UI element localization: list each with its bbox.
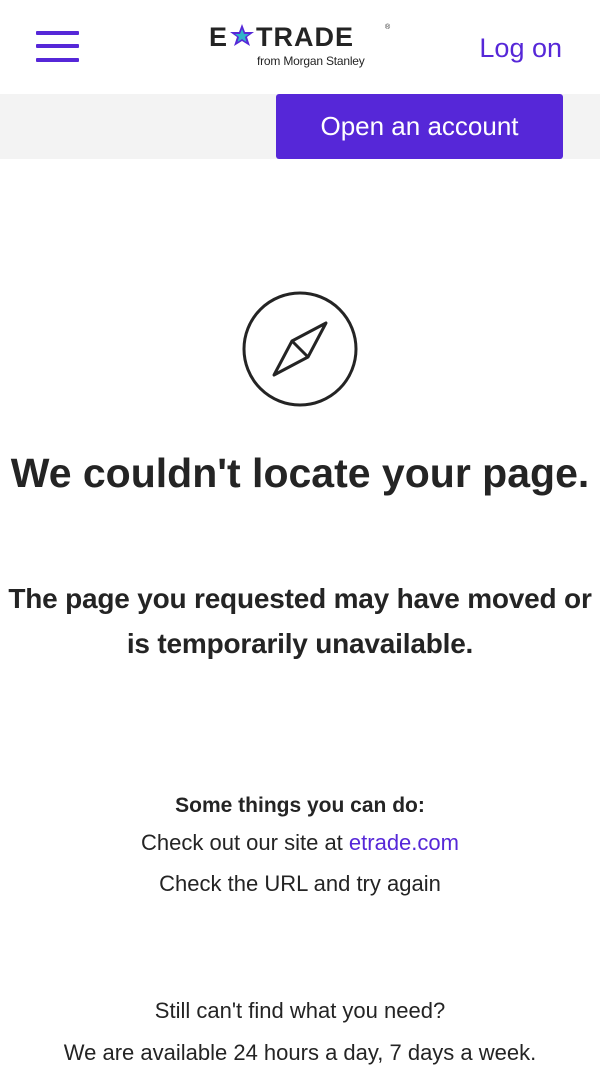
suggestion-check-url: Check the URL and try again xyxy=(159,871,441,896)
suggestion-visit-site: Check out our site at etrade.com xyxy=(0,822,600,863)
logo-wordmark: E TRADE xyxy=(209,22,354,52)
menu-bar xyxy=(36,58,79,62)
logo-letters-trade: TRADE xyxy=(256,22,355,52)
menu-bar xyxy=(36,31,79,35)
support-question: Still can't find what you need? xyxy=(154,998,446,1023)
log-on-link[interactable]: Log on xyxy=(479,32,562,64)
support-availability: We are available 24 hours a day, 7 days … xyxy=(63,1040,537,1065)
logo-trademark: ® xyxy=(385,24,391,31)
etrade-home-link[interactable]: etrade.com xyxy=(349,830,459,855)
menu-bar xyxy=(36,44,79,48)
open-account-bar: Open an account xyxy=(0,94,600,159)
error-subhead: The page you requested may have moved or… xyxy=(8,583,592,659)
open-account-button[interactable]: Open an account xyxy=(276,94,563,159)
etrade-logo[interactable]: E TRADE ® from Morgan Stanley xyxy=(209,22,391,74)
suggestions-section: Some things you can do: Check out our si… xyxy=(0,790,600,904)
compass-icon xyxy=(242,291,358,407)
logo-subtitle: from Morgan Stanley xyxy=(257,54,365,68)
hamburger-menu-icon[interactable] xyxy=(36,28,80,66)
logo-letter-e: E xyxy=(209,22,229,52)
etrade-star-icon xyxy=(230,24,255,46)
support-section: Still can't find what you need? We are a… xyxy=(0,990,600,1065)
suggestion-visit-site-text: Check out our site at xyxy=(141,830,349,855)
error-headline: We couldn't locate your page. xyxy=(10,450,590,496)
suggestions-title: Some things you can do: xyxy=(175,794,425,817)
site-header: E TRADE ® from Morgan Stanley Log on xyxy=(0,0,600,94)
